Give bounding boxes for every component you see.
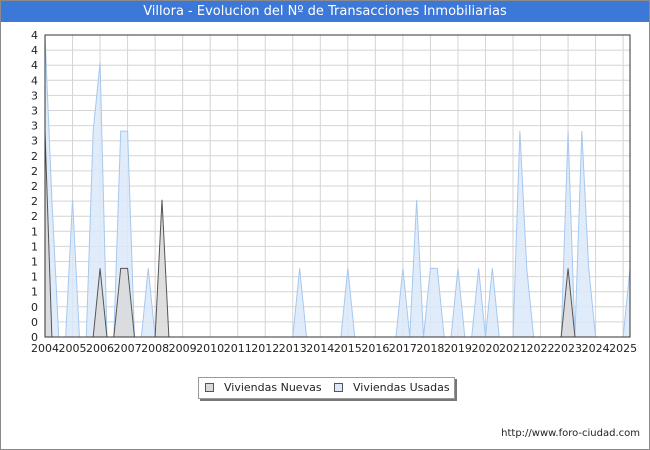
x-tick-label: 2010	[196, 342, 224, 355]
x-tick-label: 2004	[31, 342, 59, 355]
y-tick-label: 4	[31, 44, 38, 57]
legend-label-nuevas: Viviendas Nuevas	[224, 381, 322, 394]
y-tick-label: 1	[31, 286, 38, 299]
y-tick-label: 0	[31, 316, 38, 329]
legend-swatch-nuevas	[205, 383, 214, 392]
x-tick-label: 2019	[444, 342, 472, 355]
x-tick-label: 2014	[306, 342, 334, 355]
legend-item-nuevas: Viviendas Nuevas	[205, 381, 322, 394]
y-tick-label: 4	[31, 29, 38, 42]
y-tick-label: 2	[31, 150, 38, 163]
x-tick-label: 2009	[169, 342, 197, 355]
x-tick-label: 2007	[114, 342, 142, 355]
x-tick-label: 2020	[471, 342, 499, 355]
x-tick-label: 2025	[609, 342, 637, 355]
y-tick-label: 1	[31, 256, 38, 269]
x-tick-label: 2005	[59, 342, 87, 355]
y-tick-label: 1	[31, 271, 38, 284]
x-tick-label: 2018	[416, 342, 444, 355]
x-tick-label: 2021	[499, 342, 527, 355]
y-tick-label: 4	[31, 59, 38, 72]
x-tick-label: 2023	[554, 342, 582, 355]
y-tick-label: 2	[31, 210, 38, 223]
y-tick-label: 2	[31, 195, 38, 208]
y-tick-label: 3	[31, 120, 38, 133]
y-tick-label: 1	[31, 240, 38, 253]
x-tick-label: 2015	[334, 342, 362, 355]
x-tick-label: 2006	[86, 342, 114, 355]
y-tick-label: 3	[31, 135, 38, 148]
legend: Viviendas Nuevas Viviendas Usadas	[198, 377, 455, 399]
y-tick-label: 2	[31, 165, 38, 178]
legend-label-usadas: Viviendas Usadas	[353, 381, 450, 394]
legend-swatch-usadas	[334, 383, 343, 392]
x-tick-label: 2013	[279, 342, 307, 355]
y-tick-label: 4	[31, 74, 38, 87]
y-tick-label: 0	[31, 301, 38, 314]
x-tick-label: 2017	[389, 342, 417, 355]
x-tick-label: 2011	[224, 342, 252, 355]
y-tick-label: 1	[31, 225, 38, 238]
x-tick-label: 2022	[527, 342, 555, 355]
x-tick-label: 2008	[141, 342, 169, 355]
footer-url: http://www.foro-ciudad.com	[501, 428, 640, 439]
x-tick-label: 2024	[582, 342, 610, 355]
y-tick-label: 3	[31, 89, 38, 102]
legend-item-usadas: Viviendas Usadas	[334, 381, 450, 394]
y-tick-label: 2	[31, 180, 38, 193]
y-tick-label: 3	[31, 105, 38, 118]
x-tick-label: 2012	[251, 342, 279, 355]
x-tick-label: 2016	[361, 342, 389, 355]
